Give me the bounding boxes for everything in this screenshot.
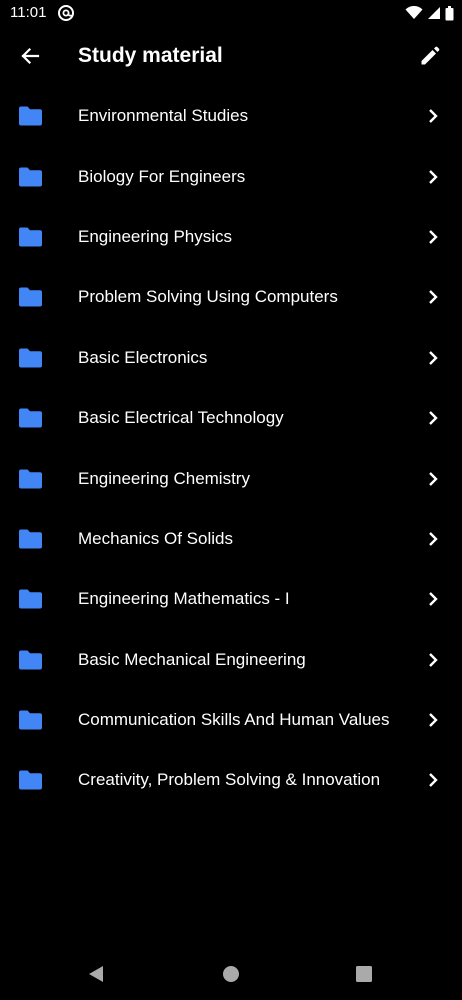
status-time: 11:01 [10,4,47,21]
back-button[interactable] [10,36,50,76]
folder-label: Basic Mechanical Engineering [78,649,306,669]
folder-item[interactable]: Problem Solving Using Computers [0,267,462,327]
chevron-right-icon [429,109,438,124]
folder-label: Engineering Physics [78,226,233,246]
folder-icon [19,770,42,790]
folder-item[interactable]: Basic Electronics [0,328,462,388]
folder-icon [19,589,42,609]
folder-icon [19,348,42,368]
folder-label: Problem Solving Using Computers [78,287,338,307]
folder-icon [19,408,42,428]
folder-icon [19,650,42,670]
chevron-right-icon [429,713,438,727]
folder-item[interactable]: Basic Electrical Technology [0,388,462,448]
folder-label: Engineering Chemistry [78,468,250,488]
chevron-right-icon [429,411,438,425]
folder-label: Biology For Engineers [78,166,246,186]
folder-icon [19,469,42,489]
chevron-right-icon [429,532,438,546]
folder-item[interactable]: Basic Mechanical Engineering [0,630,462,690]
status-bar: 11:01 [0,0,462,26]
folder-item[interactable]: Mechanics Of Solids [0,509,462,569]
nav-recents-icon[interactable] [355,965,373,983]
folder-icon [19,167,42,187]
system-nav-bar [0,948,462,1000]
arrow-back-icon [21,47,40,65]
folder-item[interactable]: Environmental Studies [0,86,462,146]
folder-item[interactable]: Biology For Engineers [0,146,462,206]
folder-item[interactable]: Communication Skills And Human Values [0,690,462,750]
folder-item[interactable]: Engineering Physics [0,207,462,267]
folder-item[interactable]: Engineering Mathematics - I [0,569,462,629]
folder-icon [19,710,42,730]
wifi-icon [405,6,423,19]
folder-label: Mechanics Of Solids [78,528,233,548]
folder-item[interactable]: Creativity, Problem Solving & Innovation [0,750,462,810]
folder-label: Environmental Studies [78,106,249,126]
folder-label: Basic Electronics [78,347,208,367]
folder-icon [19,227,42,247]
chevron-right-icon [429,652,438,667]
signal-icon [428,7,440,19]
page-title: Study material [78,44,223,67]
folder-list: Environmental Studies Biology For Engine… [0,86,462,811]
folder-label: Communication Skills And Human Values [78,710,390,730]
chevron-right-icon [429,290,438,305]
chevron-right-icon [429,230,438,244]
folder-label: Basic Electrical Technology [78,408,284,428]
edit-button[interactable] [410,36,450,76]
folder-label: Engineering Mathematics - I [78,589,290,609]
chevron-right-icon [429,169,438,184]
folder-item[interactable]: Engineering Chemistry [0,448,462,508]
chevron-right-icon [429,471,438,486]
folder-label: Creativity, Problem Solving & Innovation [78,770,381,790]
app-bar: Study material [0,26,462,86]
chevron-right-icon [429,592,438,607]
chevron-right-icon [429,350,438,365]
chevron-right-icon [429,773,438,788]
folder-icon [19,287,42,307]
nav-back-icon[interactable] [86,964,106,984]
folder-icon [19,106,42,126]
at-sign-icon [58,5,74,21]
pencil-icon [421,46,440,65]
battery-icon [445,5,454,20]
nav-home-icon[interactable] [221,964,241,984]
status-icons [405,4,454,22]
folder-icon [19,529,42,549]
